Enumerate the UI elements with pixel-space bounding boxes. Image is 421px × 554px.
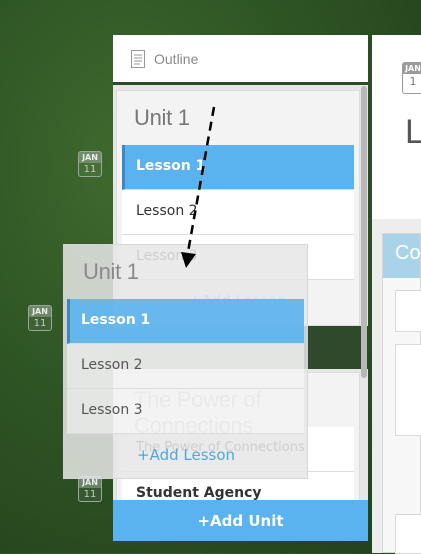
add-unit-button[interactable]: +Add Unit bbox=[113, 500, 368, 541]
lesson-title: L bbox=[405, 113, 421, 151]
dragged-unit[interactable]: Unit 1 Lesson 1 Lesson 2 Lesson 3 +Add L… bbox=[63, 244, 308, 479]
date-badge-day: 11 bbox=[83, 164, 97, 175]
dragged-lesson-item: Lesson 3 bbox=[67, 389, 304, 434]
course-field[interactable] bbox=[395, 290, 421, 332]
course-section: Cou bbox=[382, 233, 421, 554]
lesson-item[interactable]: Lesson 2 bbox=[122, 190, 354, 235]
course-field[interactable] bbox=[395, 514, 421, 554]
date-badge: JAN 11 bbox=[78, 151, 102, 177]
outline-label: Outline bbox=[154, 50, 199, 67]
course-section-header[interactable]: Cou bbox=[383, 234, 421, 278]
outline-tab[interactable]: Outline bbox=[113, 35, 368, 85]
lesson-detail-panel: JAN 1 L Cou bbox=[372, 35, 421, 554]
date-badge-day: 11 bbox=[33, 318, 47, 329]
date-badge: JAN 11 bbox=[28, 305, 52, 331]
unit-title[interactable]: Unit 1 bbox=[117, 91, 359, 145]
lesson-item[interactable]: Lesson 1 bbox=[122, 145, 354, 190]
dragged-add-lesson: +Add Lesson bbox=[137, 446, 236, 464]
date-badge-day: 11 bbox=[83, 489, 97, 500]
calendar-icon: JAN 1 bbox=[402, 62, 421, 94]
date-badge: JAN 11 bbox=[78, 476, 102, 502]
document-icon bbox=[131, 49, 145, 68]
dragged-unit-title: Unit 1 bbox=[83, 259, 139, 284]
calendar-day: 1 bbox=[409, 75, 417, 88]
calendar-month: JAN bbox=[403, 63, 421, 74]
outline-scrollbar[interactable] bbox=[361, 86, 367, 378]
date-badge-month: JAN bbox=[29, 306, 51, 317]
dragged-lesson-item: Lesson 2 bbox=[67, 344, 304, 389]
lesson-detail-header: JAN 1 L bbox=[372, 35, 421, 219]
date-badge-month: JAN bbox=[79, 152, 101, 163]
course-field[interactable] bbox=[395, 344, 421, 436]
dragged-lesson-item: Lesson 1 bbox=[67, 299, 304, 344]
